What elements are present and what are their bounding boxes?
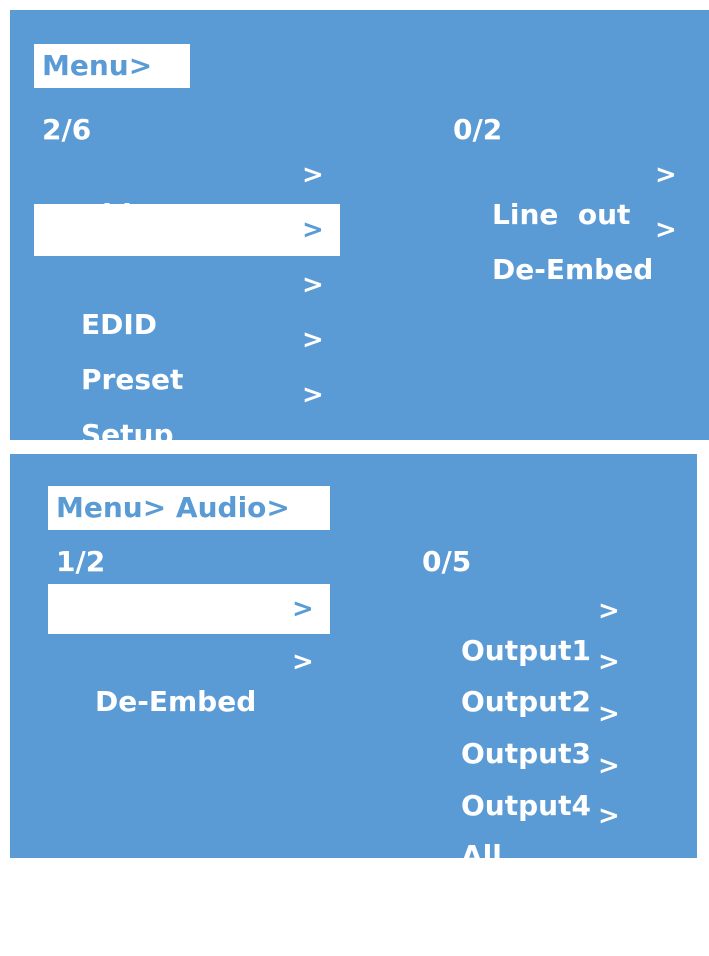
chevron-right-icon: > — [598, 596, 620, 626]
left-counter: 1/2 — [56, 545, 106, 578]
chevron-right-icon: > — [292, 647, 314, 677]
chevron-right-icon: > — [598, 751, 620, 781]
menu-item-line-out[interactable]: Line out > — [48, 584, 330, 675]
submenu-item-output3[interactable]: Output3 > — [422, 694, 642, 770]
chevron-right-icon: > — [655, 215, 677, 245]
menu-item-audio[interactable]: Audio > — [34, 204, 340, 298]
right-counter: 0/2 — [453, 113, 503, 146]
menu-item-video[interactable]: Video > — [42, 155, 332, 231]
chevron-right-icon: > — [302, 215, 324, 245]
submenu-item-all[interactable]: All > — [422, 796, 642, 872]
submenu-item-output4[interactable]: Output4 > — [422, 746, 642, 822]
menu-item-de-embed[interactable]: De-Embed > — [56, 642, 322, 718]
chevron-right-icon: > — [302, 270, 324, 300]
chevron-right-icon: > — [598, 699, 620, 729]
submenu-item-label: De-Embed — [492, 253, 654, 286]
menu-item-label: Setup — [81, 418, 174, 451]
breadcrumb: Menu> Audio> — [48, 486, 330, 530]
chevron-right-icon: > — [292, 594, 314, 624]
chevron-right-icon: > — [302, 380, 324, 410]
left-counter: 2/6 — [42, 113, 92, 146]
submenu-item-label: All — [461, 839, 502, 872]
right-counter: 0/5 — [422, 545, 472, 578]
menu-item-preset[interactable]: Preset > — [42, 320, 332, 396]
submenu-item-de-embed[interactable]: De-Embed > — [453, 210, 693, 286]
breadcrumb: Menu> — [34, 44, 190, 88]
menu-item-edid[interactable]: EDID > — [42, 265, 332, 341]
chevron-right-icon: > — [598, 801, 620, 831]
chevron-right-icon: > — [302, 325, 324, 355]
menu-screen-main: Menu> 2/6 Video > Audio > EDID > Preset … — [10, 10, 709, 451]
menu-screen-audio: Menu> Audio> 1/2 Line out > De-Embed > 0… — [10, 454, 697, 872]
menu-item-setup[interactable]: Setup > — [42, 375, 332, 451]
menu-item-label: De-Embed — [95, 685, 257, 718]
chevron-right-icon: > — [655, 160, 677, 190]
submenu-item-output2[interactable]: Output2 > — [422, 642, 642, 718]
chevron-right-icon: > — [302, 160, 324, 190]
chevron-right-icon: > — [598, 647, 620, 677]
submenu-item-line-out[interactable]: Line out > — [453, 155, 693, 231]
submenu-item-output1[interactable]: Output1 > — [422, 591, 642, 667]
